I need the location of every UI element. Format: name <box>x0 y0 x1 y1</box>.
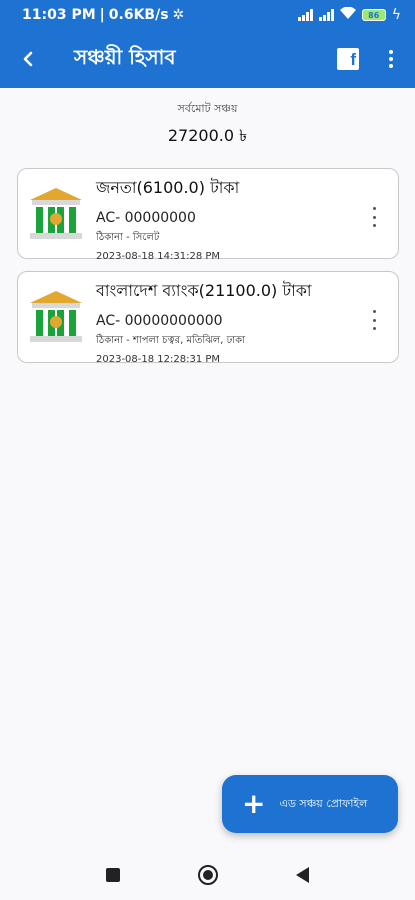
account-name: বাংলাদেশ ব্যাংক(21100.0) টাকা <box>96 281 312 300</box>
more-options-button[interactable] <box>381 30 401 88</box>
home-icon <box>203 870 213 880</box>
account-date: 2023-08-18 12:28:31 PM <box>96 354 221 365</box>
bank-building-icon <box>30 188 82 239</box>
back-arrow-icon <box>23 51 33 67</box>
page-title: সঞ্চয়ী হিসাব <box>74 44 176 69</box>
account-name: জনতা(6100.0) টাকা <box>96 178 240 197</box>
charging-icon: ϟ <box>391 7 401 23</box>
plus-icon: + <box>242 787 266 820</box>
account-card[interactable]: জনতা(6100.0) টাকা AC- 00000000 ঠিকানা - … <box>17 168 399 262</box>
account-address: ঠিকানা - শাপলা চত্বর, মতিঝিল, ঢাকা <box>96 335 246 346</box>
app-bar: সঞ্চয়ী হিসাব f <box>0 30 415 88</box>
status-right: 86 ϟ <box>297 6 401 23</box>
system-back-button[interactable] <box>296 867 309 883</box>
facebook-button[interactable]: f <box>337 48 359 70</box>
back-button[interactable] <box>0 30 56 88</box>
sync-icon: ✲ <box>172 7 185 23</box>
status-left: 11:03 PM | 0.6KB/s ✲ <box>22 7 184 23</box>
account-date: 2023-08-18 14:31:28 PM <box>96 251 221 262</box>
add-savings-profile-label: এড সঞ্চয় প্রোফাইল <box>279 796 368 810</box>
total-savings-value: 27200.0 ৳ <box>167 126 248 145</box>
account-info: বাংলাদেশ ব্যাংক(21100.0) টাকা AC- 000000… <box>96 278 312 365</box>
home-button[interactable] <box>198 865 218 885</box>
account-address: ঠিকানা - সিলেট <box>96 232 160 243</box>
more-vert-icon <box>389 50 393 54</box>
status-time: 11:03 PM <box>22 7 96 23</box>
add-savings-profile-button[interactable]: + এড সঞ্চয় প্রোফাইল <box>222 775 398 833</box>
status-bar: 11:03 PM | 0.6KB/s ✲ 86 ϟ <box>0 0 415 30</box>
recent-apps-button[interactable] <box>106 868 120 882</box>
wifi-icon <box>339 6 356 23</box>
bank-building-icon <box>30 291 82 342</box>
account-card[interactable]: বাংলাদেশ ব্যাংক(21100.0) টাকা AC- 000000… <box>17 271 399 365</box>
system-nav-bar <box>0 850 415 900</box>
signal-icon <box>297 9 313 21</box>
battery-icon: 86 <box>361 9 386 21</box>
status-separator: | <box>99 7 105 23</box>
account-info: জনতা(6100.0) টাকা AC- 00000000 ঠিকানা - … <box>96 175 239 262</box>
more-vert-icon <box>372 310 376 313</box>
account-options-button[interactable] <box>370 310 378 330</box>
facebook-icon: f <box>350 50 356 69</box>
account-options-button[interactable] <box>370 207 378 227</box>
account-number: AC- 00000000 <box>96 210 196 226</box>
total-savings-label: সর্বমোট সঞ্চয় <box>177 102 238 115</box>
status-speed: 0.6KB/s <box>108 7 169 23</box>
signal-icon <box>318 9 334 21</box>
account-number: AC- 00000000000 <box>96 313 223 329</box>
total-savings-summary: সর্বমোট সঞ্চয় 27200.0 ৳ <box>0 100 415 150</box>
more-vert-icon <box>372 207 376 210</box>
